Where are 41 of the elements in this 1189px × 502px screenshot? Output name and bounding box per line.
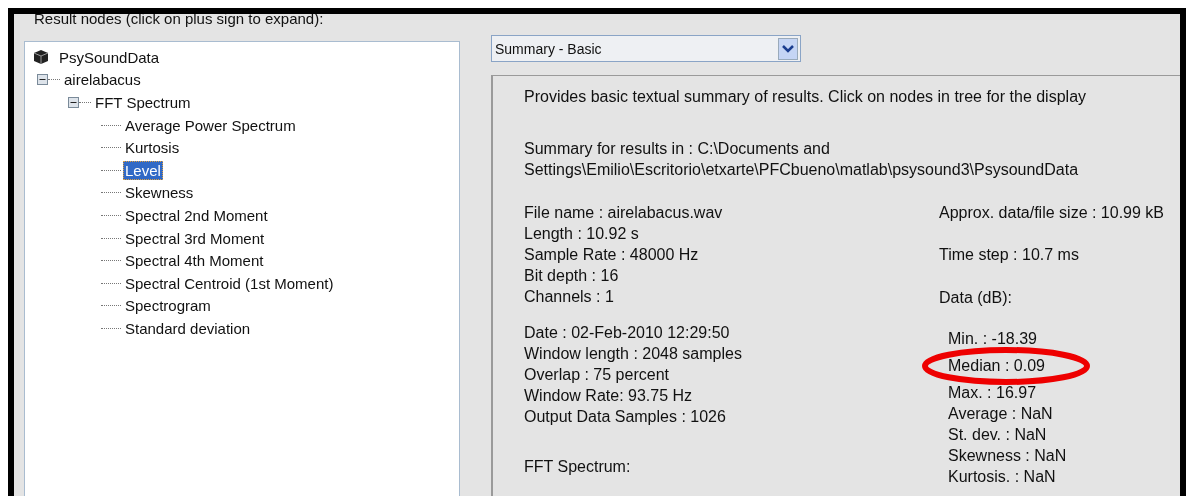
tree-node[interactable]: Average Power Spectrum [123,115,298,135]
tree-node[interactable]: Level [123,160,163,180]
tree-node[interactable]: Spectral Centroid (1st Moment) [123,273,336,293]
stat-text: St. dev. : NaN [948,425,1048,445]
summary-intro: Provides basic textual summary of results. Click on nodes in tree for the display [524,87,1088,107]
info-text: Channels : 1 [524,287,615,307]
tree-node[interactable]: PsySoundData [57,47,162,67]
collapse-icon[interactable] [37,74,48,86]
info-text: Date : 02-Feb-2010 12:29:50 [524,323,731,343]
stat-text: Median : 0.09 [948,356,1046,376]
tree-node[interactable]: Spectral 4th Moment [123,251,266,271]
tree-node[interactable]: airelabacus [62,70,143,90]
cube-icon [33,49,49,66]
info-text: Time step : 10.7 ms [939,245,1080,265]
display-dropdown[interactable]: Summary - Basic [491,35,801,62]
stat-text: Kurtosis. : NaN [948,467,1057,487]
stat-text: Skewness : NaN [948,446,1068,466]
stat-text: Average : NaN [948,404,1054,424]
info-text: File name : airelabacus.wav [524,203,724,223]
tree-node[interactable]: FFT Spectrum [93,93,193,112]
tree-node[interactable]: Standard deviation [123,318,253,338]
tree-node[interactable]: Spectrogram [123,296,213,316]
tree-node[interactable]: Spectral 2nd Moment [123,205,270,225]
info-text: Length : 10.92 s [524,224,640,244]
info-text: Window Rate: 93.75 Hz [524,386,694,406]
info-text: Sample Rate : 48000 Hz [524,245,700,265]
section-heading: FFT Spectrum: [524,457,632,477]
results-location: Summary for results in : C:\Documents and Settings\Emilio\Escritorio\etxarte\PFCbueno\matlab\psysound3\PsysoundData [524,139,1080,180]
tree-node[interactable]: Skewness [123,183,196,203]
stat-text: Min. : -18.39 [948,329,1038,349]
tree-node[interactable]: Kurtosis [123,138,182,158]
info-text: Overlap : 75 percent [524,365,670,385]
info-text: Output Data Samples : 1026 [524,407,727,427]
info-text: Data (dB): [939,288,1013,308]
tree-node[interactable]: Spectral 3rd Moment [123,228,267,248]
info-text: Window length : 2048 samples [524,344,743,364]
stat-text: Max. : 16.97 [948,383,1038,403]
collapse-icon[interactable] [68,97,79,108]
info-text: Approx. data/file size : 10.99 kB [939,203,1164,223]
info-text: Bit depth : 16 [524,266,620,286]
caret-icon [778,37,798,60]
